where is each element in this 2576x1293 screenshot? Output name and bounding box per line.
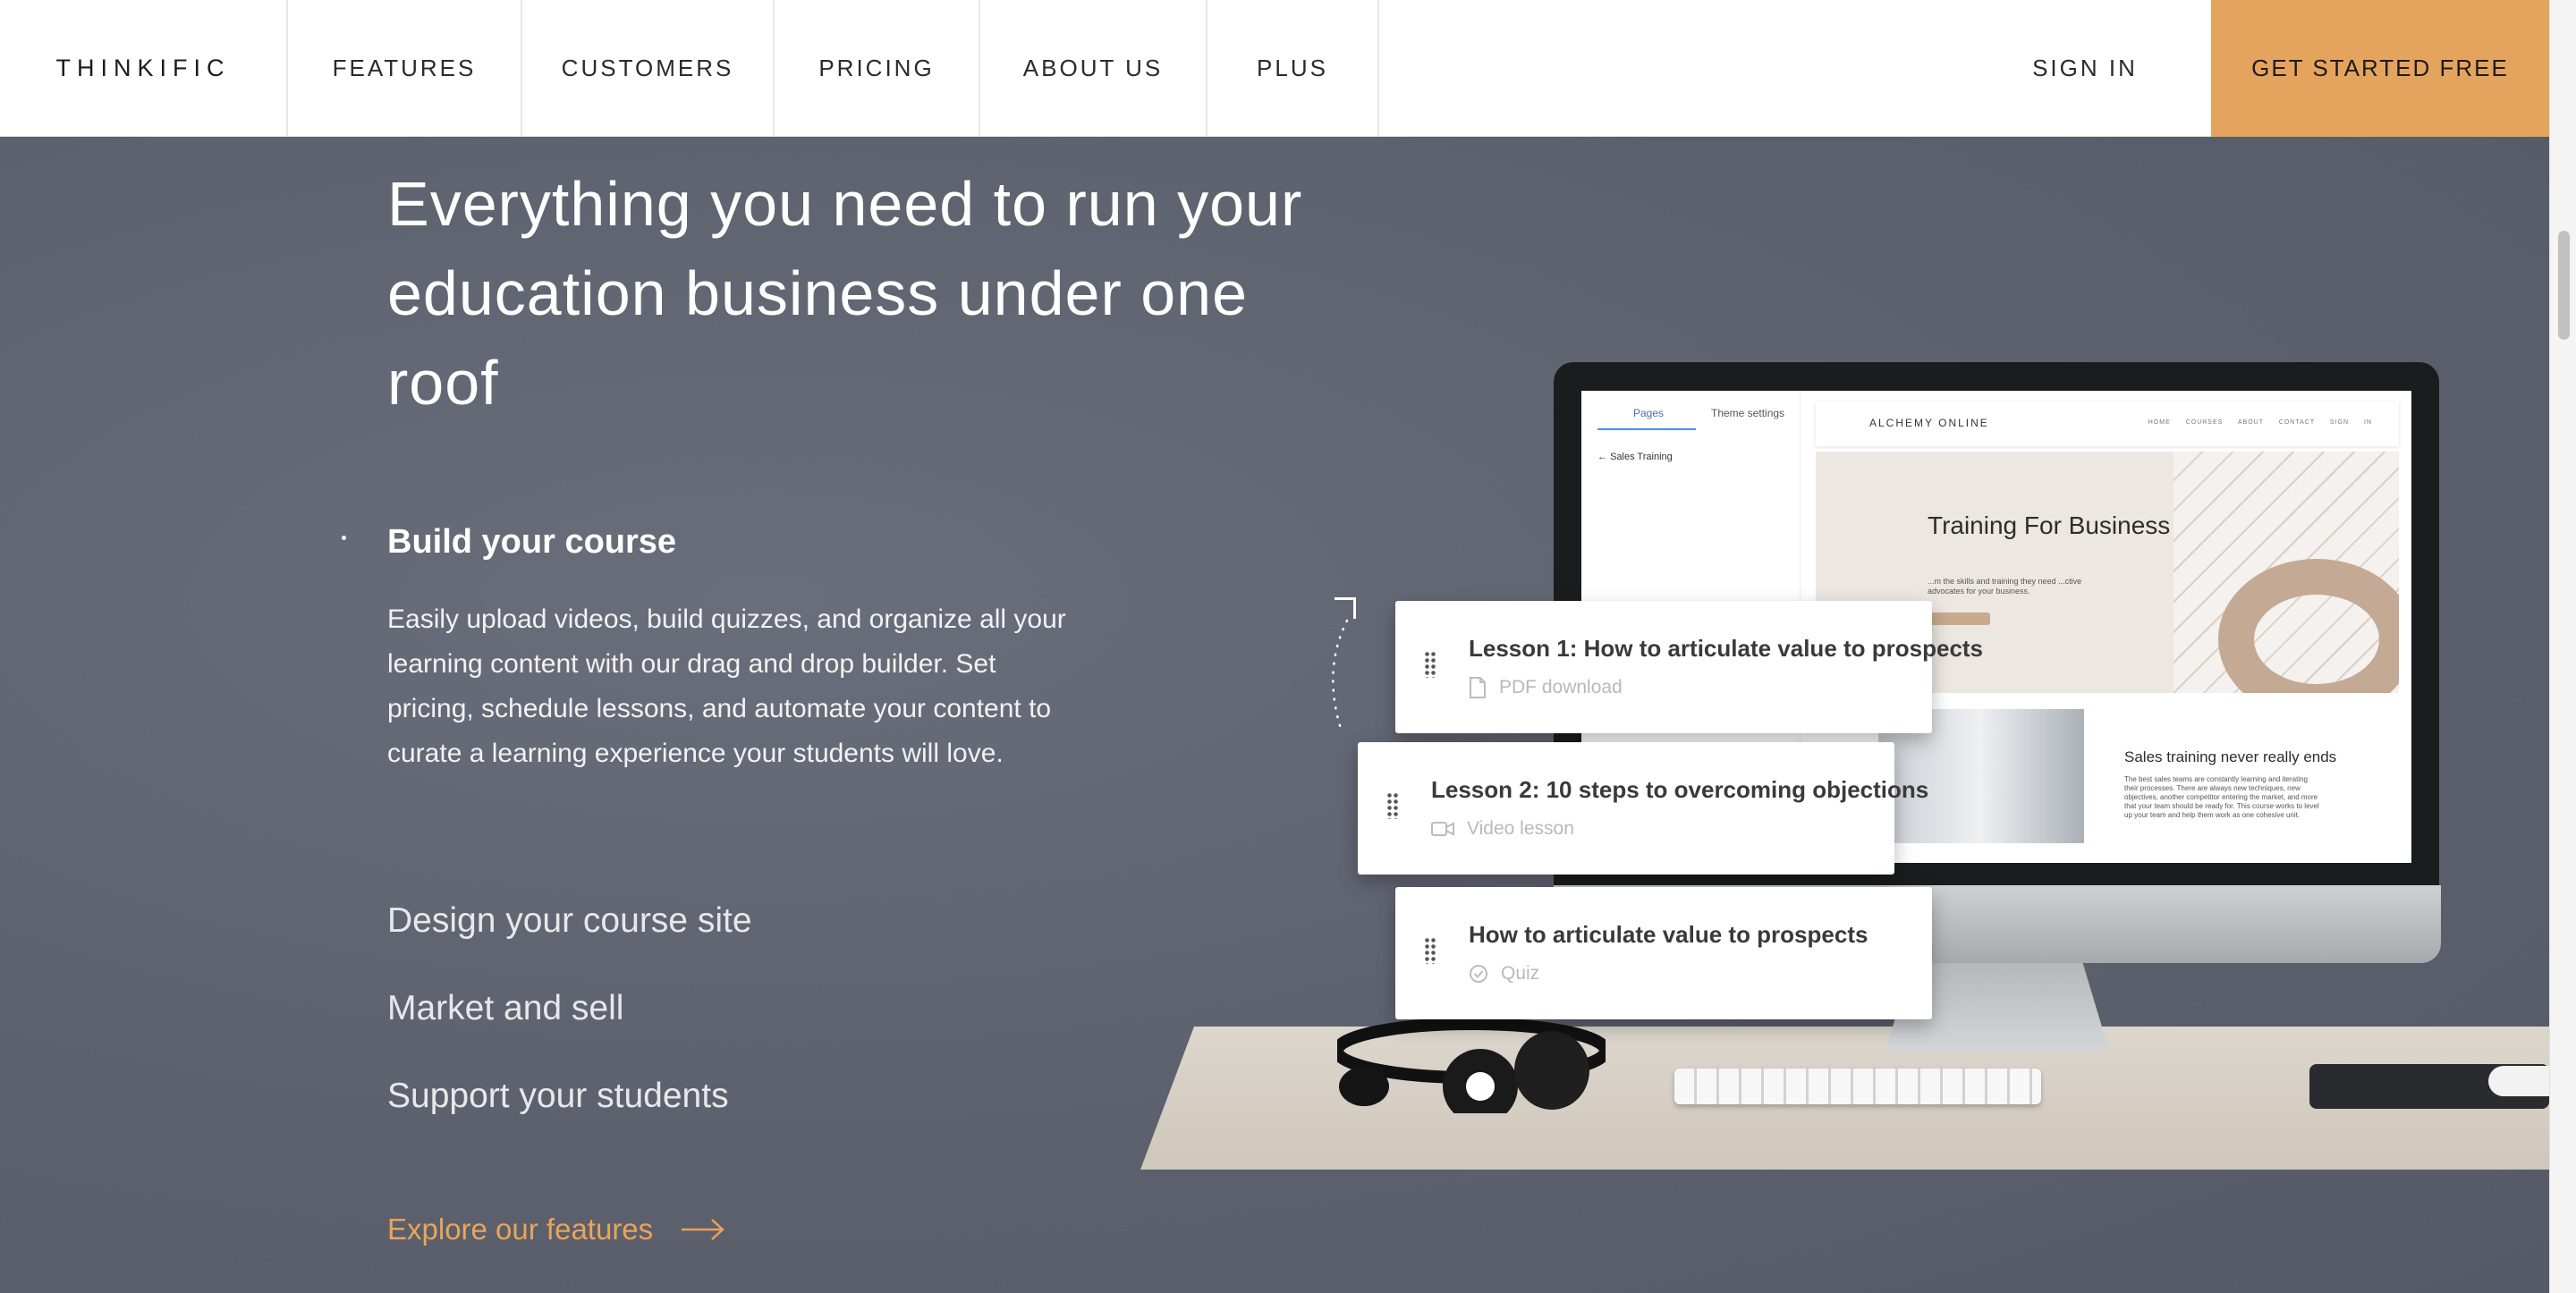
feature-tab-design-site[interactable]: Design your course site	[387, 901, 752, 941]
nav-item-features[interactable]: FEATURES	[288, 0, 522, 137]
lesson-card[interactable]: Lesson 1: How to articulate value to pro…	[1395, 601, 1983, 733]
screen-tab-underline	[1597, 428, 1696, 430]
scrollbar-thumb[interactable]	[2558, 231, 2570, 340]
feature-tab-market-sell[interactable]: Market and sell	[387, 989, 623, 1028]
screen-tab-pages: Pages	[1633, 407, 1665, 419]
lesson-title: Lesson 1: How to articulate value to pro…	[1469, 635, 1984, 662]
screen-tab-theme: Theme settings	[1711, 407, 1785, 419]
decorative-corner	[1335, 597, 1356, 619]
get-started-button[interactable]: GET STARTED FREE	[2211, 0, 2549, 137]
screen-sidebar-item-label: Sales Training	[1610, 452, 1673, 462]
lesson-type: PDF download	[1469, 677, 1623, 698]
decorative-dotted-arc	[1332, 619, 1349, 733]
lesson-type: Quiz	[1469, 963, 1539, 985]
document-icon	[1470, 677, 1486, 698]
nav-item-pricing[interactable]: PRICING	[775, 0, 980, 137]
sign-in-link[interactable]: SIGN IN	[2012, 0, 2157, 137]
nav-item-plus[interactable]: PLUS	[1208, 0, 1379, 137]
drag-handle-icon[interactable]	[1424, 937, 1436, 964]
lesson-title: Lesson 2: 10 steps to overcoming objecti…	[1431, 776, 1929, 803]
screen-site-header: ALCHEMY ONLINE HOME COURSES ABOUT CONTAC…	[1816, 401, 2399, 446]
check-circle-icon	[1470, 965, 1487, 983]
active-feature-title[interactable]: Build your course	[387, 523, 676, 562]
lesson-type-label: Quiz	[1501, 963, 1540, 984]
drag-handle-icon[interactable]	[1386, 792, 1399, 819]
video-icon	[1431, 822, 1454, 836]
nav-item-customers[interactable]: CUSTOMERS	[522, 0, 775, 137]
drag-handle-icon[interactable]	[1424, 651, 1436, 678]
screen-lower-text: The best sales teams are constantly lear…	[2124, 775, 2319, 819]
lesson-card[interactable]: Lesson 2: 10 steps to overcoming objecti…	[1358, 742, 1928, 875]
arrow-right-icon	[682, 1219, 725, 1240]
explore-features-label: Explore our features	[387, 1213, 654, 1246]
screen-lower-title: Sales training never really ends	[2124, 748, 2337, 765]
lesson-title: How to articulate value to prospects	[1469, 921, 1868, 948]
nav-item-about-us[interactable]: ABOUT US	[980, 0, 1208, 137]
screen-sidebar-item: ← Sales Training	[1597, 452, 1673, 462]
logo[interactable]: THINKIFIC	[0, 0, 288, 137]
lesson-type-label: Video lesson	[1467, 818, 1574, 839]
active-indicator-dot	[342, 536, 346, 540]
headphones-image	[1337, 1018, 1606, 1113]
feature-tab-support-students[interactable]: Support your students	[387, 1077, 729, 1116]
screen-hero-title: Training For Business	[1928, 511, 2171, 539]
screen-brand: ALCHEMY ONLINE	[1869, 417, 1989, 429]
page-scrollbar[interactable]	[2549, 0, 2576, 1293]
screen-hero-subtitle: ...m the skills and training they need .…	[1928, 577, 2082, 596]
lesson-type: Video lesson	[1431, 818, 1574, 840]
mouse-image	[2488, 1066, 2549, 1096]
keyboard-image	[1674, 1069, 2041, 1104]
explore-features-link[interactable]: Explore our features	[387, 1213, 726, 1247]
lesson-type-label: PDF download	[1499, 677, 1623, 697]
hero-headline: Everything you need to run your educatio…	[387, 169, 1303, 418]
screen-hero-button	[1928, 613, 1990, 625]
active-feature-description: Easily upload videos, build quizzes, and…	[387, 604, 1066, 768]
lesson-card[interactable]: How to articulate value to prospects Qui…	[1395, 887, 1932, 1019]
top-nav: THINKIFIC FEATURES CUSTOMERS PRICING ABO…	[0, 0, 2549, 137]
screen-menu: HOME COURSES ABOUT CONTACT SIGN IN	[2148, 419, 2372, 426]
